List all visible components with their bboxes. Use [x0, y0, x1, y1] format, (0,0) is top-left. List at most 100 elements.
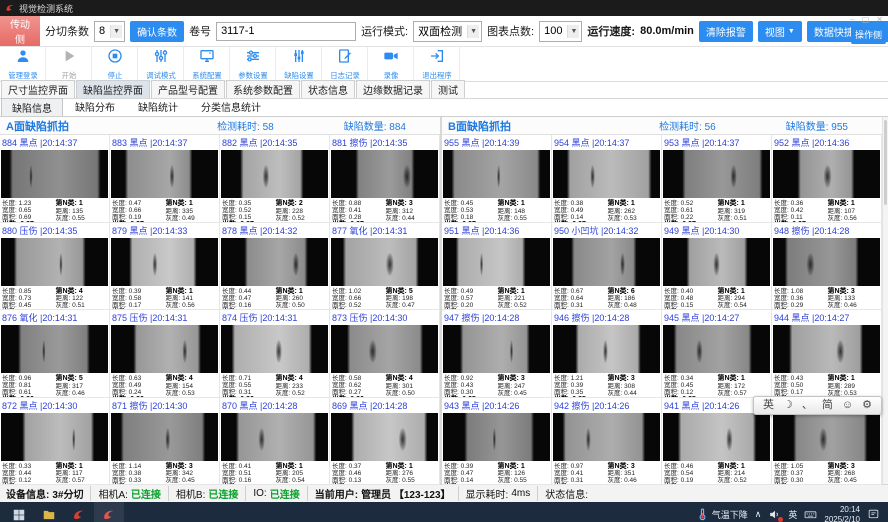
tool-camera[interactable]: 录像 — [368, 47, 414, 81]
defect-cell-880[interactable]: 880 压伤 |20:14:35长度: 0.85宽度: 0.73面积: 0.45… — [0, 223, 110, 311]
defect-cell-946[interactable]: 946 擦伤 |20:14:28长度: 1.21宽度: 0.39面积: 0.35… — [552, 310, 662, 398]
tool-sliders[interactable]: 参数设置 — [230, 47, 276, 81]
defect-cell-884[interactable]: 884 黑点 |20:14:37长度: 1.23宽度: 0.65面积: 0.69… — [0, 135, 110, 223]
defect-cell-870[interactable]: 870 黑点 |20:14:28长度: 0.41宽度: 0.51面积: 0.16… — [220, 398, 330, 486]
taskbar-app2-button-active[interactable] — [94, 502, 124, 522]
scrollbar-thumb[interactable] — [884, 120, 887, 205]
defect-gray: 灰度: 0.48 — [608, 302, 660, 309]
tab-6[interactable]: 测试 — [431, 80, 465, 98]
tab-2[interactable]: 产品型号配置 — [151, 80, 225, 98]
defect-cell-label: 877 氧化 |20:14:31 — [330, 223, 439, 237]
volume-tray-item[interactable] — [768, 508, 781, 521]
defect-width: 宽度: 0.64 — [554, 295, 606, 302]
tray-expand-chevron[interactable]: ∧ — [755, 509, 762, 520]
view-menu-button[interactable]: 视图▼ — [758, 21, 802, 42]
ime-emoji[interactable]: ☺ — [842, 398, 853, 413]
defect-cell-948[interactable]: 948 擦伤 |20:14:28长度: 1.08宽度: 0.36面积: 0.29… — [772, 223, 882, 311]
defect-length: 长度: 0.38 — [554, 200, 606, 207]
defect-cell-881[interactable]: 881 擦伤 |20:14:35 长度: 0.88宽度: 0.41面积: 0.28… — [330, 135, 440, 223]
tab-5[interactable]: 边缘数据记录 — [356, 80, 430, 98]
defect-cell-label: 875 压伤 |20:14:31 — [110, 310, 219, 324]
defect-cell-873[interactable]: 873 压伤 |20:14:30长度: 0.58宽度: 0.62面积: 0.27… — [330, 310, 440, 398]
start-button[interactable] — [4, 502, 34, 522]
strip-count-select[interactable]: 8▼ — [94, 21, 125, 42]
tab-3[interactable]: 系统参数配置 — [226, 80, 300, 98]
defect-cell-951[interactable]: 951 黑点 |20:14:36长度: 0.49宽度: 0.57面积: 0.20… — [442, 223, 552, 311]
touch-keyboard-tray[interactable] — [804, 508, 817, 521]
defect-cell-874[interactable]: 874 压伤 |20:14:31长度: 0.71宽度: 0.55面积: 0.31… — [220, 310, 330, 398]
ime-simplified[interactable]: 简 — [822, 398, 833, 413]
defect-cell-947[interactable]: 947 擦伤 |20:14:28长度: 0.92宽度: 0.43面积: 0.30… — [442, 310, 552, 398]
defect-cell-883[interactable]: 883 黑点 |20:14:37长度: 0.47宽度: 0.66面积: 0.19… — [110, 135, 220, 223]
defect-cell-878[interactable]: 878 黑点 |20:14:32长度: 0.44宽度: 0.47面积: 0.16… — [220, 223, 330, 311]
window-minimize-button[interactable]: – — [850, 16, 854, 24]
tool-tune[interactable]: 调试模式 — [138, 47, 184, 81]
defect-length: 长度: 0.97 — [554, 463, 606, 470]
window-maximize-button[interactable]: ▢ — [862, 16, 870, 24]
defect-cell-949[interactable]: 949 黑点 |20:14:30长度: 0.40宽度: 0.48面积: 0.15… — [662, 223, 772, 311]
defect-area: 面积: 0.12 — [664, 389, 716, 396]
defect-area: 面积: 0.69 — [2, 214, 54, 221]
defect-length: 长度: 0.35 — [222, 200, 274, 207]
defect-cell-875[interactable]: 875 压伤 |20:14:31长度: 0.63宽度: 0.49面积: 0.24… — [110, 310, 220, 398]
subtab-2[interactable]: 缺陷统计 — [127, 97, 189, 116]
taskbar-explorer-button[interactable] — [34, 502, 64, 522]
defect-cell-869[interactable]: 869 黑点 |20:14:28长度: 0.37宽度: 0.46面积: 0.13… — [330, 398, 440, 486]
defect-class: 第N类: 2 — [276, 200, 328, 208]
tab-1[interactable]: 缺陷监控界面 — [76, 80, 150, 98]
defect-cell-945[interactable]: 945 黑点 |20:14:27长度: 0.34宽度: 0.45面积: 0.12… — [662, 310, 772, 398]
vertical-scrollbar[interactable] — [882, 117, 888, 484]
tab-4[interactable]: 状态信息 — [301, 80, 355, 98]
defect-cell-944[interactable]: 944 黑点 |20:14:27长度: 0.43宽度: 0.50面积: 0.17… — [772, 310, 882, 398]
tool-levels[interactable]: 缺陷设置 — [276, 47, 322, 81]
clear-alarm-button[interactable]: 清除报警 — [699, 21, 753, 42]
defect-cell-876[interactable]: 876 氧化 |20:14:31长度: 0.96宽度: 0.81面积: 0.61… — [0, 310, 110, 398]
tool-user[interactable]: 管理登录 — [0, 47, 46, 81]
drive-side-button[interactable]: 传动侧 — [0, 16, 40, 46]
defect-cell-872[interactable]: 872 黑点 |20:14:30长度: 0.33宽度: 0.44面积: 0.12… — [0, 398, 110, 486]
action-center-tray[interactable] — [867, 508, 880, 521]
weather-tray-item[interactable]: 气温下降 — [696, 508, 748, 521]
tool-label: 参数设置 — [238, 70, 267, 80]
defect-cell-943[interactable]: 943 黑点 |20:14:26长度: 0.39宽度: 0.47面积: 0.14… — [442, 398, 552, 486]
defect-cell-879[interactable]: 879 黑点 |20:14:33长度: 0.39宽度: 0.58面积: 0.17… — [110, 223, 220, 311]
coil-number-input[interactable] — [216, 22, 356, 41]
defect-cell-label: 869 黑点 |20:14:28 — [330, 398, 439, 412]
subtab-1[interactable]: 缺陷分布 — [64, 97, 126, 116]
defect-gray: 灰度: 0.44 — [386, 215, 438, 222]
operator-side-button[interactable]: 操作侧 — [851, 24, 886, 44]
run-mode-select[interactable]: 双面检测▼ — [413, 21, 482, 42]
defect-cell-954[interactable]: 954 黑点 |20:14:37长度: 0.38宽度: 0.49面积: 0.14… — [552, 135, 662, 223]
subtab-3[interactable]: 分类信息统计 — [190, 97, 272, 116]
ime-settings[interactable]: ⚙ — [862, 398, 872, 413]
user-icon — [15, 48, 31, 69]
defect-cell-952[interactable]: 952 黑点 |20:14:36长度: 0.36宽度: 0.42面积: 0.11… — [772, 135, 882, 223]
play-icon — [61, 48, 77, 69]
tab-0[interactable]: 尺寸监控界面 — [1, 80, 75, 98]
defect-cell-882[interactable]: 882 黑点 |20:14:35长度: 0.35宽度: 0.52面积: 0.15… — [220, 135, 330, 223]
defect-cell-950[interactable]: 950 小凹坑 |20:14:32长度: 0.67宽度: 0.64面积: 0.3… — [552, 223, 662, 311]
defect-cell-871[interactable]: 871 擦伤 |20:14:30长度: 1.14宽度: 0.38面积: 0.33… — [110, 398, 220, 486]
defect-cell-label: 881 擦伤 |20:14:35 — [330, 135, 439, 149]
tool-monitor[interactable]: 系统配置 — [184, 47, 230, 81]
ime-punctuation[interactable]: 、 — [802, 398, 813, 413]
tool-stop[interactable]: 停止 — [92, 47, 138, 81]
subtab-0[interactable]: 缺陷信息 — [1, 98, 63, 116]
taskbar-app1-button[interactable] — [64, 502, 94, 522]
defect-cell-877[interactable]: 877 氧化 |20:14:31长度: 1.02宽度: 0.66面积: 0.52… — [330, 223, 440, 311]
window-close-button[interactable]: ✕ — [876, 16, 883, 24]
defect-width: 宽度: 0.44 — [2, 470, 54, 477]
ime-language-tray[interactable]: 英 — [788, 508, 797, 521]
defect-cell-942[interactable]: 942 擦伤 |20:14:26长度: 0.97宽度: 0.41面积: 0.31… — [552, 398, 662, 486]
defect-cell-info: 长度: 0.88宽度: 0.41面积: 0.28米数: 0.37第N类: 3距离… — [330, 198, 439, 222]
defect-distance: 距离: 262 — [608, 208, 660, 215]
tool-log[interactable]: 日志记录 — [322, 47, 368, 81]
ime-moon[interactable]: ☽ — [783, 398, 793, 413]
taskbar-clock[interactable]: 20:14 2025/2/10 — [824, 505, 860, 522]
ime-lang-toggle[interactable]: 英 — [763, 398, 774, 413]
defect-cell-953[interactable]: 953 黑点 |20:14:37长度: 0.52宽度: 0.61面积: 0.22… — [662, 135, 772, 223]
defect-cell-955[interactable]: 955 黑点 |20:14:39长度: 0.45宽度: 0.53面积: 0.18… — [442, 135, 552, 223]
chart-points-select[interactable]: 100▼ — [539, 21, 582, 42]
tool-exit[interactable]: 退出程序 — [414, 47, 460, 81]
confirm-count-button[interactable]: 确认条数 — [130, 21, 184, 42]
